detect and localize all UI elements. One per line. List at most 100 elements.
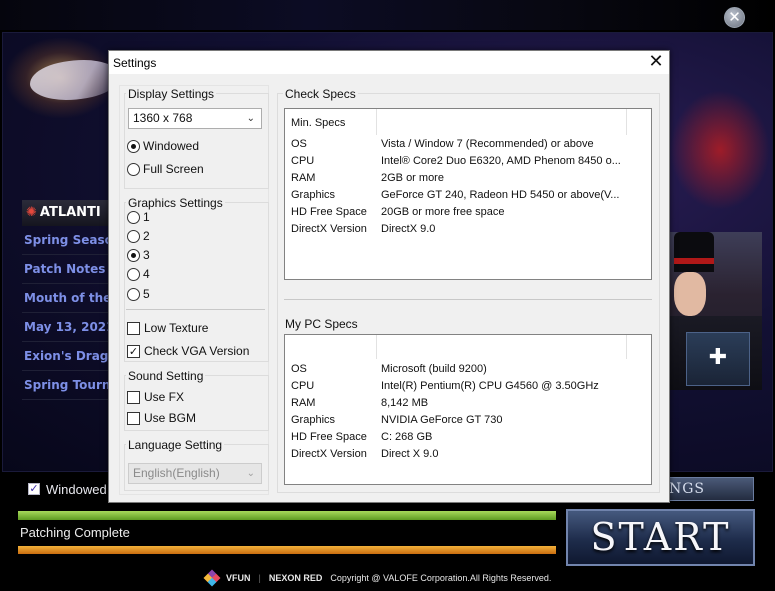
spec-key: HD Free Space xyxy=(291,206,367,218)
display-settings-label: Display Settings xyxy=(126,87,217,101)
graphics-level-label: 1 xyxy=(143,210,150,224)
news-panel: ✺ATLANTI Spring Season Patch Notes – Mou… xyxy=(22,200,110,465)
news-item[interactable]: Patch Notes – xyxy=(22,255,110,284)
dialog-titlebar[interactable]: Settings ✕ xyxy=(109,51,669,74)
sound-settings-label: Sound Setting xyxy=(126,369,206,383)
windowed-checkbox[interactable]: ✓ xyxy=(28,483,40,495)
news-item[interactable]: Mouth of the A xyxy=(22,284,110,313)
spec-key: Graphics xyxy=(291,189,336,201)
promo-banner[interactable]: ✚ xyxy=(670,232,762,390)
spec-value: Microsoft (build 9200) xyxy=(381,363,487,375)
launcher-close-icon[interactable]: ✕ xyxy=(724,7,745,28)
checkbox-box xyxy=(127,411,140,425)
graphics-level-1-radio[interactable]: 1 xyxy=(127,210,150,224)
news-item[interactable]: Exion's Drago xyxy=(22,342,110,371)
news-item[interactable]: Spring Tourna xyxy=(22,371,110,400)
my-specs-table: OS Microsoft (build 9200) CPU Intel(R) Pen… xyxy=(284,334,652,485)
low-texture-label: Low Texture xyxy=(144,321,209,335)
use-bgm-label: Use BGM xyxy=(144,411,197,425)
windowed-radio[interactable]: Windowed xyxy=(127,139,199,153)
use-fx-checkbox[interactable]: Use FX xyxy=(127,390,184,404)
windowed-radio-label: Windowed xyxy=(143,139,200,153)
graphics-level-label: 3 xyxy=(143,248,150,262)
graphics-level-label: 5 xyxy=(143,287,150,301)
specs-divider xyxy=(284,299,652,300)
patch-progress-bar xyxy=(18,511,556,520)
column-divider xyxy=(626,335,627,359)
windowed-label: Windowed xyxy=(46,482,107,497)
news-header: ✺ ATLANTI xyxy=(22,200,110,226)
my-pc-specs-label: My PC Specs xyxy=(283,317,360,331)
spec-key: RAM xyxy=(291,172,316,184)
radio-indicator xyxy=(127,139,140,153)
spec-key: DirectX Version xyxy=(291,223,367,235)
settings-button[interactable]: NGS xyxy=(660,477,754,501)
low-texture-checkbox[interactable]: Low Texture xyxy=(127,321,208,335)
column-divider xyxy=(626,109,627,135)
spec-key: CPU xyxy=(291,380,315,392)
graphics-settings-label: Graphics Settings xyxy=(126,196,225,210)
use-bgm-checkbox[interactable]: Use BGM xyxy=(127,411,196,425)
spec-row: HD Free Space 20GB or more free space xyxy=(291,204,621,221)
spec-row: CPU Intel(R) Pentium(R) CPU G4560 @ 3.50G… xyxy=(291,378,621,395)
graphics-level-label: 4 xyxy=(143,267,150,281)
news-item[interactable]: Spring Season xyxy=(22,226,110,255)
min-specs-table: Min. Specs OS Vista / Window 7 (Recommend… xyxy=(284,108,652,280)
spec-value: 2GB or more xyxy=(381,172,444,184)
launcher-top-strip xyxy=(0,0,775,30)
radio-indicator xyxy=(127,248,140,262)
graphics-level-3-radio[interactable]: 3 xyxy=(127,248,150,262)
spec-value: 8,142 MB xyxy=(381,397,429,409)
spec-value: GeForce GT 240, Radeon HD 5450 or above(… xyxy=(381,189,620,201)
spec-value: Direct X 9.0 xyxy=(381,448,439,460)
spec-row: Graphics GeForce GT 240, Radeon HD 5450 o… xyxy=(291,187,621,204)
language-value: English(English) xyxy=(133,466,220,480)
background-glow xyxy=(670,90,770,210)
spec-key: Graphics xyxy=(291,414,336,426)
spec-row: DirectX Version DirectX 9.0 xyxy=(291,221,621,238)
spec-value: DirectX 9.0 xyxy=(381,223,436,235)
nexon-red-brand: NEXON RED xyxy=(268,573,323,583)
spec-key: HD Free Space xyxy=(291,431,367,443)
chevron-down-icon: ⌄ xyxy=(246,468,255,479)
vfun-logo-icon xyxy=(203,569,221,587)
use-fx-label: Use FX xyxy=(144,390,185,404)
graphics-divider xyxy=(126,309,265,310)
fullscreen-radio[interactable]: Full Screen xyxy=(127,162,204,176)
spec-row: HD Free Space C: 268 GB xyxy=(291,429,621,446)
spec-key: DirectX Version xyxy=(291,448,367,460)
patch-status: Patching Complete xyxy=(20,525,130,540)
spec-row: OS Microsoft (build 9200) xyxy=(291,361,621,378)
resolution-value: 1360 x 768 xyxy=(133,111,193,125)
spec-value: Intel® Core2 Duo E6320, AMD Phenom 8450 … xyxy=(381,155,621,167)
graphics-level-4-radio[interactable]: 4 xyxy=(127,267,150,281)
graphics-level-2-radio[interactable]: 2 xyxy=(127,229,150,243)
spec-row: CPU Intel® Core2 Duo E6320, AMD Phenom 84… xyxy=(291,153,621,170)
spec-value: Intel(R) Pentium(R) CPU G4560 @ 3.50GHz xyxy=(381,380,599,392)
start-label: START xyxy=(590,515,731,559)
banner-hat xyxy=(674,232,714,272)
checkmark-icon: ✓ xyxy=(127,344,140,358)
min-specs-header: Min. Specs xyxy=(291,115,381,132)
banner-character-face xyxy=(674,272,706,316)
check-vga-checkbox[interactable]: ✓ Check VGA Version xyxy=(127,344,249,358)
column-divider xyxy=(376,335,377,359)
spec-row: Graphics NVIDIA GeForce GT 730 xyxy=(291,412,621,429)
min-specs-header-label: Min. Specs xyxy=(291,117,346,129)
graphics-level-label: 2 xyxy=(143,229,150,243)
spec-key: OS xyxy=(291,138,307,150)
footer-separator: | xyxy=(258,573,261,583)
radio-indicator xyxy=(127,287,140,301)
dialog-title: Settings xyxy=(113,56,157,70)
spec-key: OS xyxy=(291,363,307,375)
dialog-close-icon[interactable]: ✕ xyxy=(644,52,668,72)
settings-dialog: Settings ✕ Display Settings 1360 x 768 ⌄… xyxy=(108,50,670,503)
graphics-level-5-radio[interactable]: 5 xyxy=(127,287,150,301)
news-item[interactable]: May 13, 2021 xyxy=(22,313,110,342)
start-button[interactable]: START xyxy=(565,508,756,567)
radio-indicator xyxy=(127,162,140,176)
radio-indicator xyxy=(127,229,140,243)
resolution-select[interactable]: 1360 x 768 ⌄ xyxy=(128,108,262,129)
spec-value: NVIDIA GeForce GT 730 xyxy=(381,414,503,426)
spec-value: Vista / Window 7 (Recommended) or above xyxy=(381,138,594,150)
